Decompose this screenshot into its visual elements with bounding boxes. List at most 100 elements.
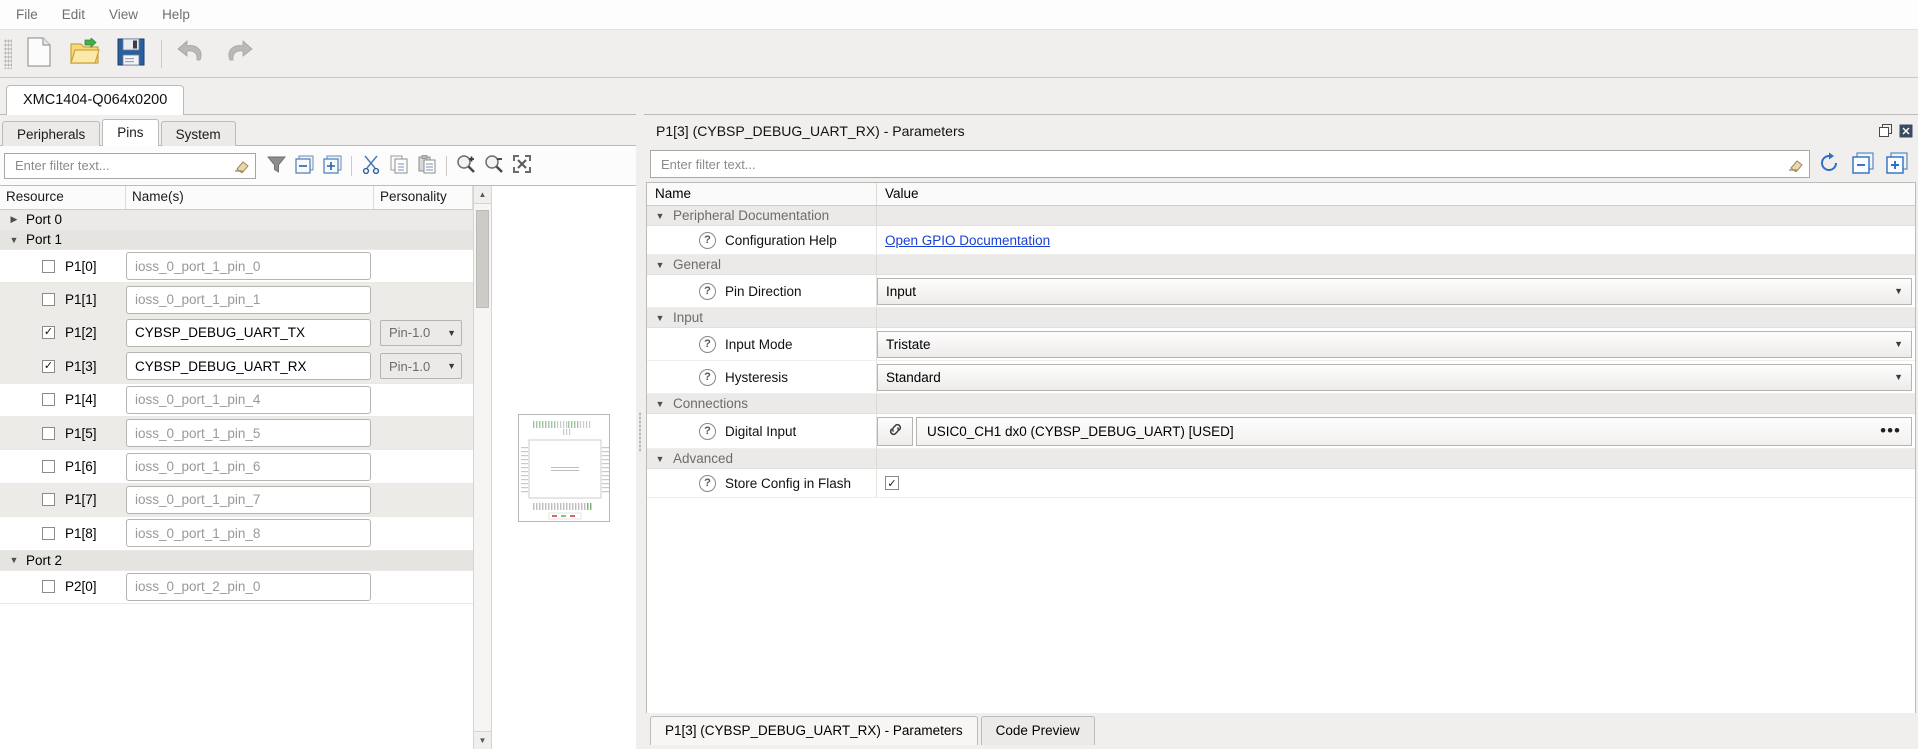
parameters-filter-input[interactable] bbox=[659, 155, 1787, 173]
reset-to-default-button[interactable] bbox=[1814, 149, 1844, 179]
zoom-out-button[interactable] bbox=[480, 152, 508, 180]
store-config-in-flash-checkbox[interactable]: ✓ bbox=[885, 476, 899, 490]
pin-name-input[interactable]: ioss_0_port_1_pin_6 bbox=[126, 452, 371, 481]
parameters-filter-box[interactable] bbox=[650, 150, 1810, 178]
pin-enable-checkbox[interactable]: ✓ bbox=[42, 359, 55, 373]
chevron-down-icon[interactable]: ▼ bbox=[647, 211, 673, 221]
menu-item-file[interactable]: File bbox=[4, 3, 50, 26]
tree-group-port-0[interactable]: ▶ Port 0 bbox=[0, 210, 473, 230]
help-question-icon[interactable]: ? bbox=[699, 368, 716, 386]
pin-name-input[interactable]: ioss_0_port_1_pin_0 bbox=[126, 252, 371, 281]
param-row-store-config-in-flash[interactable]: ? Store Config in Flash ✓ bbox=[647, 469, 1915, 498]
filter-funnel-button[interactable] bbox=[262, 152, 290, 180]
open-gpio-documentation-link[interactable]: Open GPIO Documentation bbox=[885, 233, 1050, 248]
personality-dropdown[interactable]: Pin-1.0 ▼ bbox=[380, 319, 462, 346]
more-options-button[interactable]: ••• bbox=[1880, 422, 1901, 439]
device-tab[interactable]: XMC1404-Q064x0200 bbox=[6, 85, 185, 115]
collapse-all-button[interactable] bbox=[1848, 149, 1878, 179]
expand-all-button[interactable] bbox=[318, 152, 346, 180]
panel-splitter[interactable] bbox=[636, 114, 644, 749]
scrollbar-track[interactable] bbox=[474, 204, 491, 731]
pins-filter-box[interactable] bbox=[4, 152, 256, 179]
pin-enable-checkbox[interactable] bbox=[42, 293, 55, 307]
tab-system[interactable]: System bbox=[160, 121, 236, 146]
param-group-peripheral-documentation[interactable]: ▼ Peripheral Documentation bbox=[647, 206, 1915, 226]
pin-name-input[interactable]: CYBSP_DEBUG_UART_RX bbox=[126, 352, 371, 381]
help-question-icon[interactable]: ? bbox=[699, 231, 716, 249]
personality-dropdown[interactable]: Pin-1.0 ▼ bbox=[380, 353, 462, 380]
tree-group-port-2[interactable]: ▼ Port 2 bbox=[0, 550, 473, 571]
scrollbar-thumb[interactable] bbox=[476, 210, 489, 308]
pin-enable-checkbox[interactable] bbox=[42, 460, 55, 474]
pin-enable-checkbox[interactable]: ✓ bbox=[42, 326, 55, 340]
column-header-resource[interactable]: Resource bbox=[0, 186, 126, 209]
menu-item-help[interactable]: Help bbox=[150, 3, 202, 26]
table-row[interactable]: P1[6] ioss_0_port_1_pin_6 bbox=[0, 450, 473, 484]
chevron-down-icon[interactable]: ▼ bbox=[647, 454, 673, 464]
zoom-in-button[interactable] bbox=[452, 152, 480, 180]
help-question-icon[interactable]: ? bbox=[699, 282, 716, 300]
pin-enable-checkbox[interactable] bbox=[42, 259, 55, 273]
column-header-name[interactable]: Name bbox=[647, 183, 877, 205]
scroll-down-button[interactable]: ▼ bbox=[474, 731, 491, 749]
table-row[interactable]: P1[5] ioss_0_port_1_pin_5 bbox=[0, 416, 473, 451]
chevron-down-icon[interactable]: ▼ bbox=[647, 260, 673, 270]
chevron-right-icon[interactable]: ▶ bbox=[6, 214, 22, 225]
table-row[interactable]: ✓ P1[2] CYBSP_DEBUG_UART_TX Pin-1.0 ▼ bbox=[0, 316, 473, 351]
table-row[interactable]: P1[7] ioss_0_port_1_pin_7 bbox=[0, 483, 473, 518]
help-question-icon[interactable]: ? bbox=[699, 474, 716, 492]
pin-name-input[interactable]: ioss_0_port_1_pin_7 bbox=[126, 485, 371, 514]
hysteresis-dropdown[interactable]: Standard ▼ bbox=[877, 363, 1912, 391]
pins-table-scrollbar[interactable]: ▲ ▼ bbox=[473, 186, 491, 749]
input-mode-dropdown[interactable]: Tristate ▼ bbox=[877, 330, 1912, 358]
chip-package-diagram[interactable] bbox=[518, 413, 610, 522]
chevron-down-icon[interactable]: ▼ bbox=[647, 399, 673, 409]
tab-peripherals[interactable]: Peripherals bbox=[2, 121, 101, 146]
digital-input-connection-field[interactable]: USIC0_CH1 dx0 (CYBSP_DEBUG_UART) [USED] … bbox=[916, 416, 1912, 446]
param-group-input[interactable]: ▼ Input bbox=[647, 308, 1915, 328]
collapse-all-button[interactable] bbox=[290, 152, 318, 180]
column-header-personality[interactable]: Personality bbox=[374, 186, 473, 209]
param-group-general[interactable]: ▼ General bbox=[647, 255, 1915, 275]
pin-enable-checkbox[interactable] bbox=[42, 426, 55, 440]
param-group-advanced[interactable]: ▼ Advanced bbox=[647, 449, 1915, 469]
undo-button[interactable] bbox=[169, 32, 215, 76]
menu-item-view[interactable]: View bbox=[97, 3, 150, 26]
copy-button[interactable] bbox=[385, 152, 413, 180]
chevron-down-icon[interactable]: ▼ bbox=[6, 235, 22, 245]
table-row[interactable]: ✓ P1[3] CYBSP_DEBUG_UART_RX Pin-1.0 ▼ bbox=[0, 350, 473, 384]
pin-enable-checkbox[interactable] bbox=[42, 393, 55, 407]
table-row[interactable]: P1[8] ioss_0_port_1_pin_8 bbox=[0, 517, 473, 551]
bottom-tab-parameters[interactable]: P1[3] (CYBSP_DEBUG_UART_RX) - Parameters bbox=[650, 716, 978, 745]
redo-button[interactable] bbox=[215, 32, 261, 76]
scroll-up-button[interactable]: ▲ bbox=[474, 186, 491, 204]
tab-pins[interactable]: Pins bbox=[102, 119, 159, 146]
param-row-configuration-help[interactable]: ? Configuration Help Open GPIO Documenta… bbox=[647, 226, 1915, 255]
pin-name-input[interactable]: ioss_0_port_1_pin_5 bbox=[126, 419, 371, 448]
device-package-preview[interactable] bbox=[491, 186, 636, 749]
param-row-hysteresis[interactable]: ? Hysteresis Standard ▼ bbox=[647, 361, 1915, 394]
fit-to-window-button[interactable] bbox=[508, 152, 536, 180]
tree-group-port-1[interactable]: ▼ Port 1 bbox=[0, 230, 473, 250]
splitter-grip[interactable] bbox=[639, 411, 641, 452]
param-row-digital-input[interactable]: ? Digital Input USIC0_CH1 dx0 (CYBSP_DEB… bbox=[647, 414, 1915, 449]
menu-item-edit[interactable]: Edit bbox=[50, 3, 97, 26]
bottom-tab-code-preview[interactable]: Code Preview bbox=[980, 716, 1095, 745]
eraser-icon[interactable] bbox=[1787, 155, 1805, 173]
restore-panel-button[interactable] bbox=[1878, 123, 1894, 139]
pin-name-input[interactable]: ioss_0_port_1_pin_4 bbox=[126, 385, 371, 414]
column-header-value[interactable]: Value bbox=[877, 183, 1915, 205]
toolbar-drag-handle[interactable] bbox=[4, 38, 12, 69]
help-question-icon[interactable]: ? bbox=[699, 335, 716, 353]
pin-name-input[interactable]: CYBSP_DEBUG_UART_TX bbox=[126, 318, 371, 347]
table-row[interactable]: P1[4] ioss_0_port_1_pin_4 bbox=[0, 384, 473, 417]
cut-button[interactable] bbox=[357, 152, 385, 180]
pin-direction-dropdown[interactable]: Input ▼ bbox=[877, 277, 1912, 305]
pins-filter-input[interactable] bbox=[13, 157, 233, 174]
paste-button[interactable] bbox=[413, 152, 441, 180]
new-file-button[interactable] bbox=[16, 32, 62, 76]
table-row[interactable]: P2[0] ioss_0_port_2_pin_0 bbox=[0, 571, 473, 604]
eraser-icon[interactable] bbox=[233, 157, 251, 175]
open-file-button[interactable] bbox=[62, 32, 108, 76]
table-row[interactable]: P1[1] ioss_0_port_1_pin_1 bbox=[0, 283, 473, 317]
